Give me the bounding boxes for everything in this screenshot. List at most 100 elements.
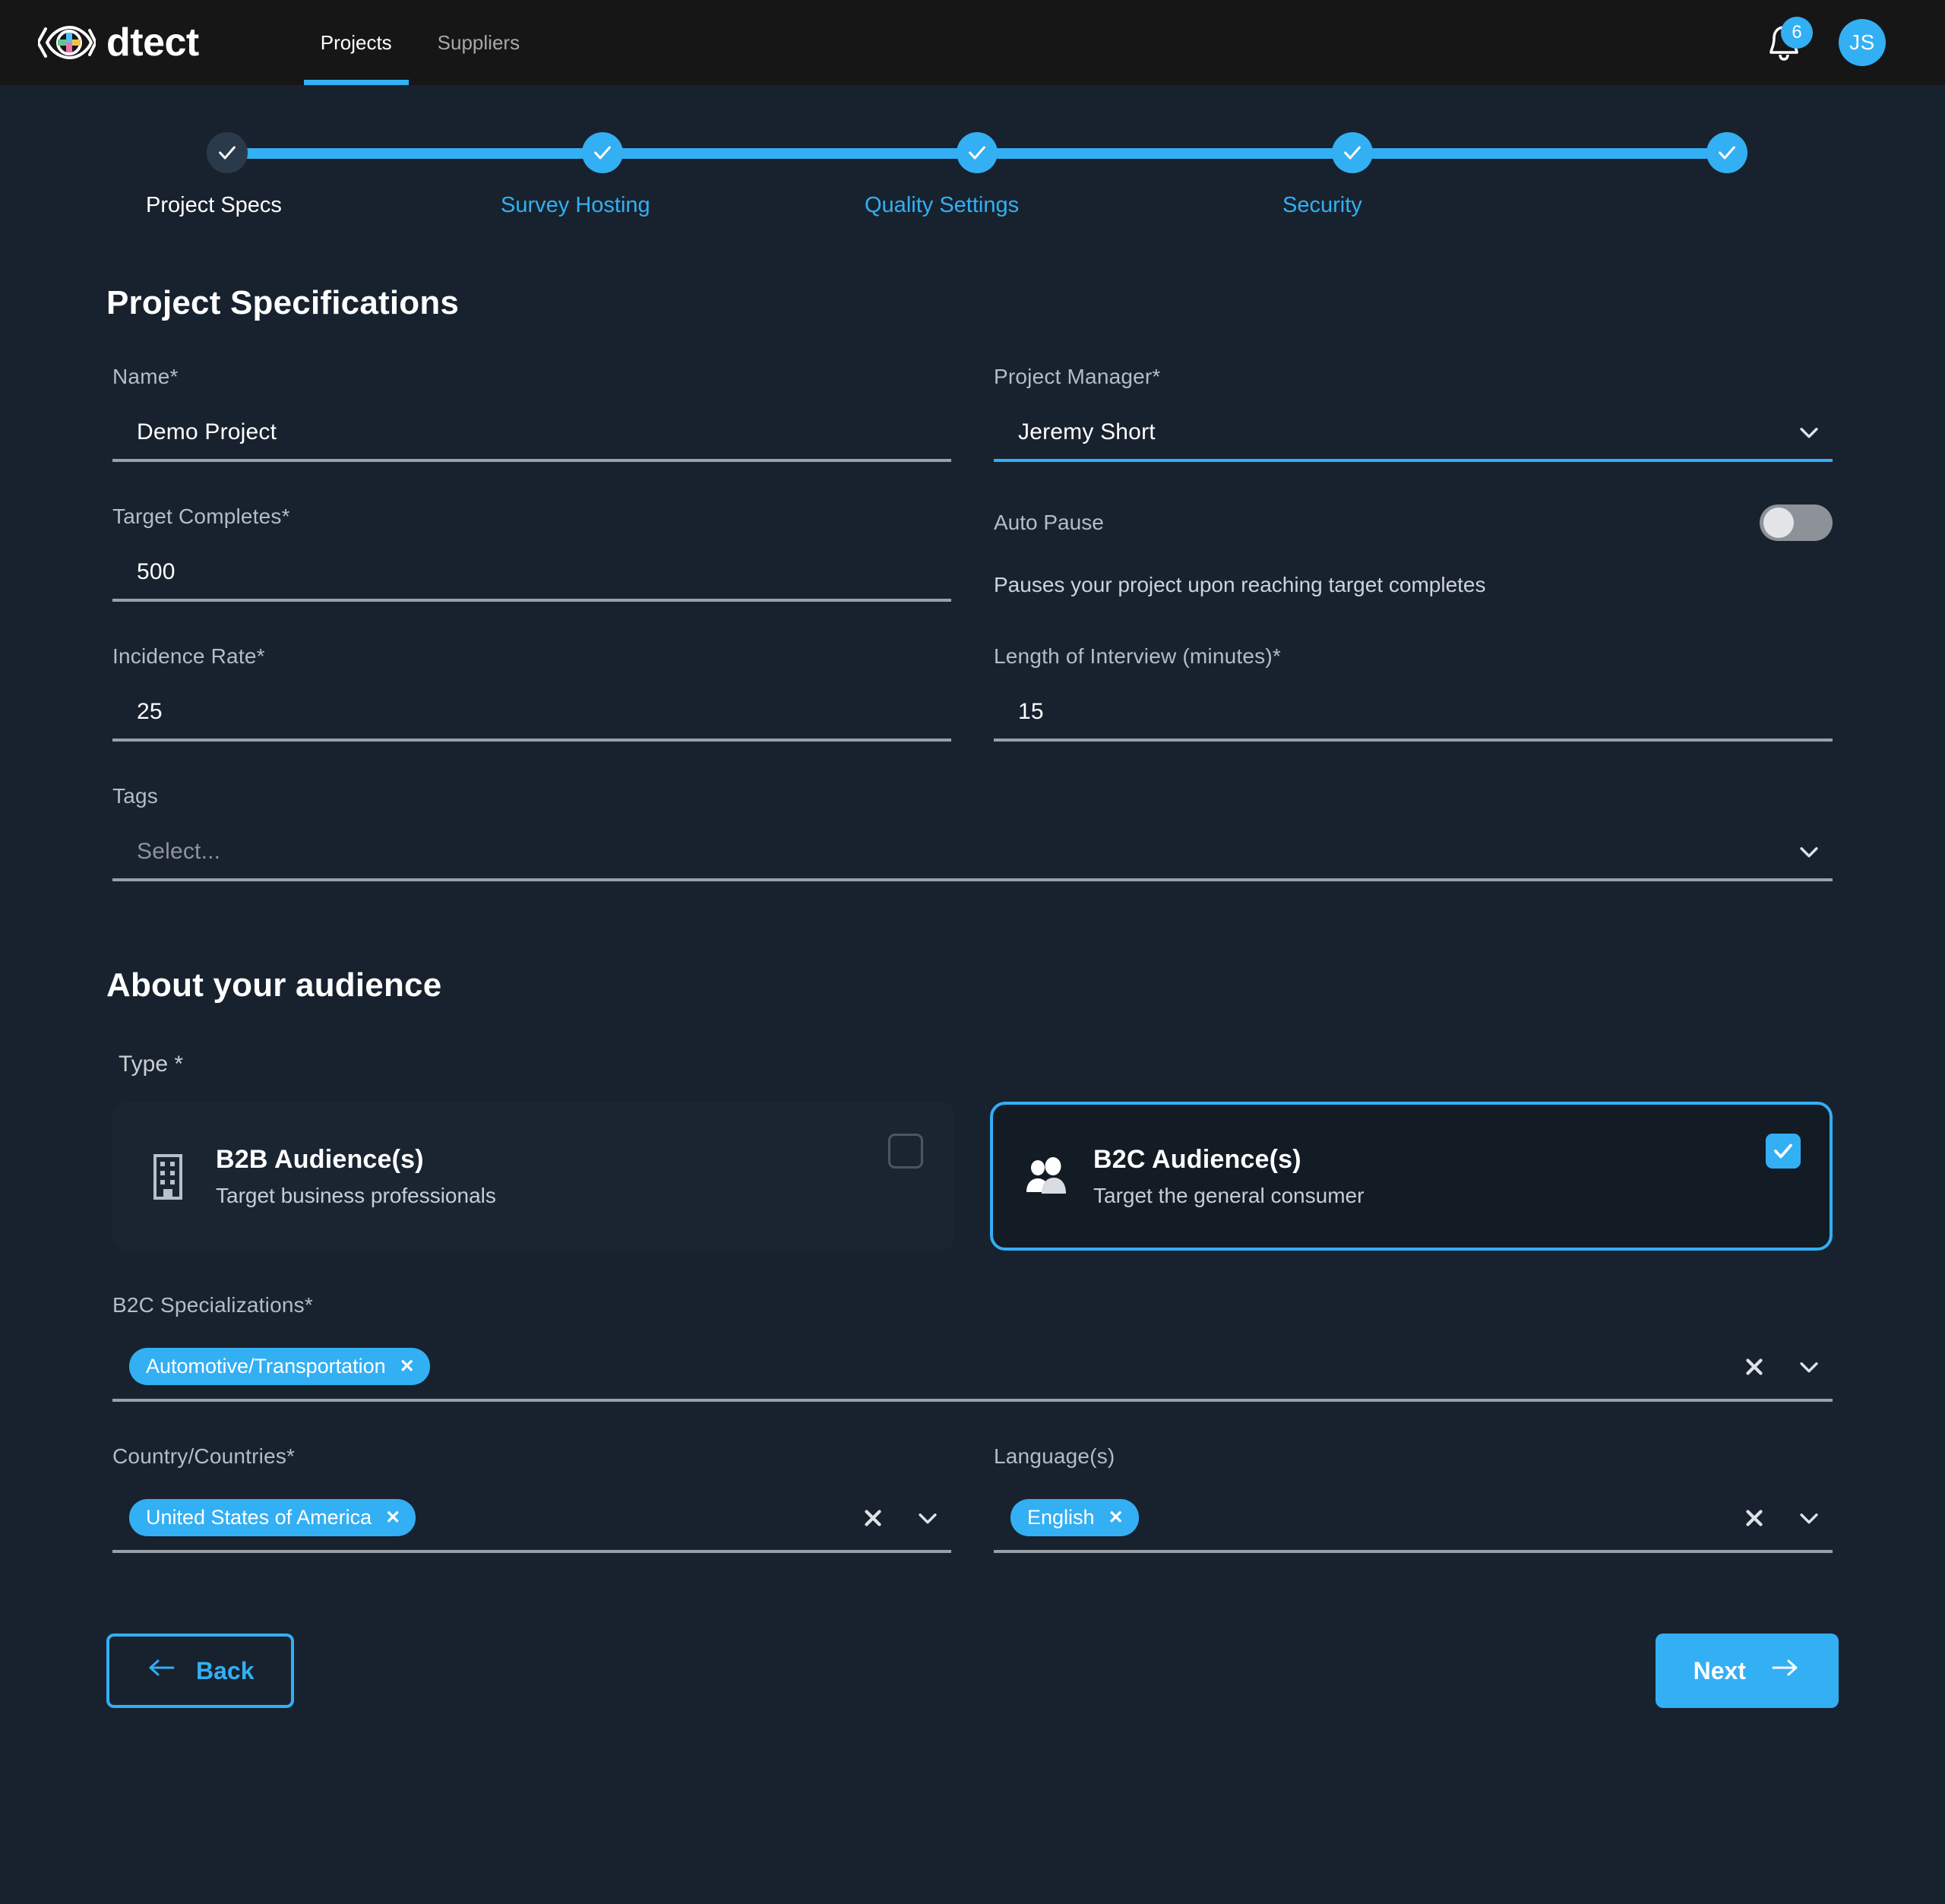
field-name: Name* Demo Project (106, 365, 957, 462)
auto-pause-label: Auto Pause (994, 511, 1104, 534)
chevron-down-icon[interactable] (1796, 1505, 1822, 1531)
field-languages: Language(s) English ✕ (988, 1444, 1839, 1553)
length-of-interview-value: 15 (1018, 699, 1044, 724)
field-tags-label: Tags (112, 784, 158, 808)
b2c-specializations-chips: Automotive/Transportation ✕ (112, 1348, 1741, 1385)
people-icon (1019, 1150, 1072, 1203)
auto-pause-description: Pauses your project upon reaching target… (994, 573, 1486, 596)
field-project-manager: Project Manager* Jeremy Short (988, 365, 1839, 462)
nav-tab-projects[interactable]: Projects (298, 0, 415, 85)
auto-pause-toggle[interactable] (1760, 504, 1833, 541)
clear-icon[interactable] (1741, 1505, 1767, 1531)
incidence-rate-input[interactable]: 25 (112, 699, 951, 742)
audience-card-b2c[interactable]: B2C Audience(s) Target the general consu… (990, 1102, 1833, 1251)
chevron-down-icon[interactable] (915, 1505, 941, 1531)
b2c-specializations-icons (1741, 1354, 1833, 1380)
b2c-specializations-select[interactable]: Automotive/Transportation ✕ (112, 1348, 1833, 1402)
languages-icons (1741, 1505, 1833, 1531)
audience-card-b2b-title: B2B Audience(s) (216, 1144, 424, 1174)
chip-label: English (1027, 1506, 1095, 1529)
back-button[interactable]: Back (106, 1634, 294, 1708)
tags-select[interactable]: Select... (112, 839, 1833, 881)
step-circle-security[interactable] (1331, 132, 1373, 173)
project-manager-select[interactable]: Jeremy Short (994, 419, 1833, 462)
chip-remove-icon[interactable]: ✕ (385, 1508, 400, 1527)
field-name-label: Name* (112, 365, 179, 388)
field-b2c-specializations-label: B2C Specializations* (112, 1293, 313, 1317)
chip[interactable]: United States of America ✕ (129, 1499, 416, 1536)
length-of-interview-input[interactable]: 15 (994, 699, 1833, 742)
specs-field-grid: Name* Demo Project Project Manager* Jere… (106, 322, 1839, 881)
project-specifications-form: Project Specifications Name* Demo Projec… (0, 284, 1945, 1553)
field-auto-pause: Auto Pause Pauses your project upon reac… (988, 504, 1839, 602)
clear-icon[interactable] (860, 1505, 886, 1531)
back-button-label: Back (196, 1656, 255, 1684)
audience-card-b2b-checkbox[interactable] (888, 1134, 923, 1169)
incidence-rate-value: 25 (137, 699, 163, 724)
countries-icons (860, 1505, 951, 1531)
top-bar-actions: 6 JS (1763, 17, 1912, 66)
user-avatar[interactable]: JS (1839, 19, 1886, 66)
field-length-of-interview: Length of Interview (minutes)* 15 (988, 644, 1839, 742)
brand-logo[interactable]: dtect (36, 20, 199, 65)
step-label-project-specs[interactable]: Project Specs (146, 193, 282, 218)
check-icon (1719, 146, 1735, 160)
main-nav: Projects Suppliers (298, 0, 542, 85)
field-b2c-specializations: B2C Specializations* Automotive/Transpor… (106, 1293, 1839, 1402)
building-icon (141, 1150, 194, 1203)
chevron-down-icon[interactable] (1796, 839, 1822, 865)
countries-select[interactable]: United States of America ✕ (112, 1499, 951, 1553)
step-circle-final[interactable] (1706, 132, 1747, 173)
chip-remove-icon[interactable]: ✕ (400, 1357, 415, 1376)
step-label-security[interactable]: Security (1282, 193, 1362, 218)
step-circle-project-specs[interactable] (207, 132, 248, 173)
step-label-quality-settings[interactable]: Quality Settings (865, 193, 1019, 218)
step-circle-survey-hosting[interactable] (581, 132, 623, 173)
check-icon (1774, 1143, 1792, 1159)
check-icon (1343, 146, 1361, 160)
field-target-completes: Target Completes* 500 (106, 504, 957, 602)
clear-icon[interactable] (1741, 1354, 1767, 1380)
wizard-footer: Back Next (0, 1634, 1945, 1708)
chip-remove-icon[interactable]: ✕ (1108, 1508, 1124, 1527)
chevron-down-icon[interactable] (1796, 419, 1822, 445)
audience-section-title: About your audience (106, 966, 442, 1004)
field-project-manager-label: Project Manager* (994, 365, 1161, 388)
next-button[interactable]: Next (1655, 1634, 1839, 1708)
project-manager-icons (1796, 419, 1833, 445)
audience-type-label: Type * (119, 1052, 184, 1077)
nav-tab-suppliers[interactable]: Suppliers (415, 0, 542, 85)
tags-icons (1796, 839, 1833, 865)
languages-select[interactable]: English ✕ (994, 1499, 1833, 1553)
chip-label: Automotive/Transportation (146, 1355, 386, 1377)
audience-type-cards: B2B Audience(s) Target business professi… (106, 1102, 1839, 1251)
audience-card-b2b[interactable]: B2B Audience(s) Target business professi… (112, 1102, 955, 1251)
field-target-completes-label: Target Completes* (112, 504, 290, 528)
chip[interactable]: Automotive/Transportation ✕ (129, 1348, 430, 1385)
field-tags: Tags Select... (106, 784, 1839, 881)
field-languages-label: Language(s) (994, 1444, 1115, 1468)
page-title: Project Specifications (106, 284, 460, 321)
audience-card-b2c-text: B2C Audience(s) Target the general consu… (1093, 1145, 1364, 1208)
project-manager-value: Jeremy Short (1018, 419, 1156, 444)
check-icon (969, 146, 985, 160)
audience-card-b2c-subtitle: Target the general consumer (1093, 1183, 1365, 1207)
wizard-progress-stepper (207, 132, 1747, 173)
target-completes-input[interactable]: 500 (112, 559, 951, 602)
step-circle-quality-settings[interactable] (957, 132, 998, 173)
notifications-button[interactable]: 6 (1763, 17, 1813, 64)
notification-count-badge: 6 (1781, 17, 1813, 49)
audience-card-b2c-title: B2C Audience(s) (1093, 1144, 1301, 1174)
field-incidence-rate-label: Incidence Rate* (112, 644, 265, 668)
brand-name: dtect (106, 21, 199, 65)
chevron-down-icon[interactable] (1796, 1354, 1822, 1380)
audience-card-b2b-text: B2B Audience(s) Target business professi… (216, 1145, 496, 1208)
arrow-left-icon (146, 1656, 176, 1685)
audience-card-b2c-checkbox[interactable] (1766, 1134, 1801, 1169)
chip-label: United States of America (146, 1506, 372, 1529)
audience-card-b2b-subtitle: Target business professionals (216, 1183, 496, 1207)
dtect-eye-logo-icon (36, 20, 97, 65)
step-label-survey-hosting[interactable]: Survey Hosting (501, 193, 650, 218)
chip[interactable]: English ✕ (1010, 1499, 1139, 1536)
name-input[interactable]: Demo Project (112, 419, 951, 462)
